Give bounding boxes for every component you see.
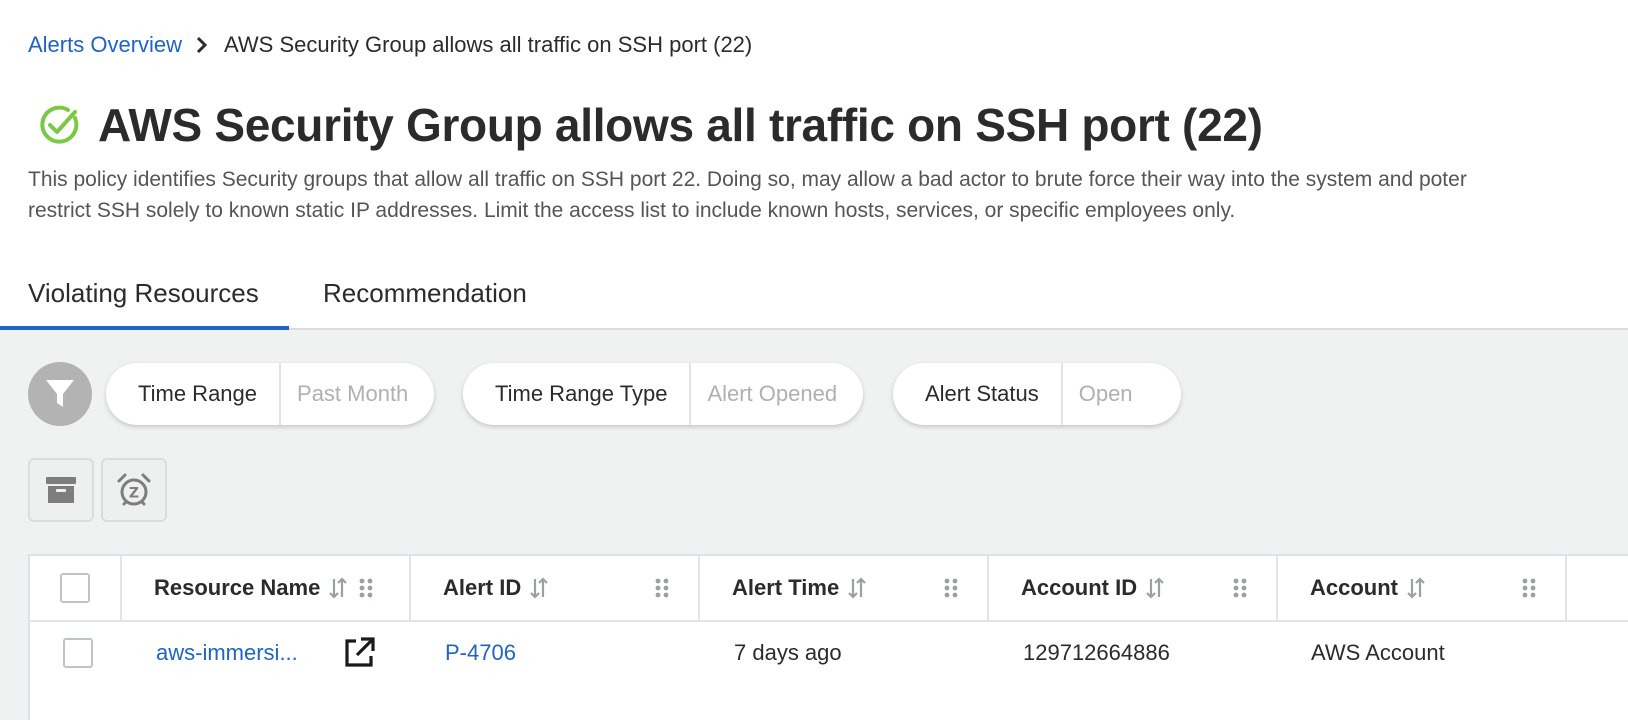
sort-icon[interactable] [1145,577,1165,599]
table-header: Resource Name Alert ID Alert Time Accoun… [30,556,1628,622]
filter-time-range-label: Time Range [106,363,282,425]
column-header-account[interactable]: Account [1278,556,1567,620]
table-row: aws-immersi... P-4706 7 days ago 1297126… [30,622,1628,684]
drag-handle-icon[interactable] [943,577,959,605]
account-id-cell: 129712664886 [1023,640,1170,665]
check-circle-icon [36,102,82,148]
drag-handle-icon[interactable] [654,577,670,605]
filter-alert-status[interactable]: Alert Status Open [893,363,1181,425]
drag-handle-icon[interactable] [1232,577,1248,605]
description-line-1: This policy identifies Security groups t… [28,168,1467,191]
alert-time-cell: 7 days ago [734,640,842,665]
select-all-checkbox[interactable] [60,573,90,603]
filter-time-range-type-value: Alert Opened [707,381,838,406]
external-link-icon[interactable] [342,622,376,684]
chevron-right-icon [196,36,208,54]
filter-time-range[interactable]: Time Range Past Month [106,363,435,425]
breadcrumb-current: AWS Security Group allows all traffic on… [224,32,753,57]
resource-name-link[interactable]: aws-immersi... [156,622,298,684]
archive-button[interactable] [28,458,94,522]
column-header-alert-time[interactable]: Alert Time [700,556,989,620]
snooze-alarm-icon: Z [117,473,151,506]
sort-icon[interactable] [847,577,867,599]
page-title: AWS Security Group allows all traffic on… [98,99,1263,151]
violating-resources-table: Resource Name Alert ID Alert Time Accoun… [28,554,1628,720]
breadcrumb: Alerts Overview AWS Security Group allow… [28,30,752,60]
row-checkbox[interactable] [63,638,93,668]
filter-alert-status-label: Alert Status [893,363,1063,425]
tab-violating-resources[interactable]: Violating Resources [0,258,289,330]
sort-icon[interactable] [529,577,549,599]
column-header-account-id[interactable]: Account ID [989,556,1278,620]
content-panel: Time Range Past Month Time Range Type Al… [0,330,1628,720]
filter-icon [46,380,74,407]
filter-time-range-type-label: Time Range Type [463,363,692,425]
tab-bar: Violating Resources Recommendation [0,258,1628,330]
breadcrumb-alerts-overview-link[interactable]: Alerts Overview [28,32,182,58]
filter-time-range-value: Past Month [297,381,409,406]
select-all-cell [30,556,122,620]
svg-text:Z: Z [129,486,139,502]
description-line-2: restrict SSH solely to known static IP a… [28,199,1236,222]
drag-handle-icon[interactable] [1521,577,1537,605]
alert-id-link[interactable]: P-4706 [445,622,516,684]
filter-button[interactable] [28,362,92,426]
sort-icon[interactable] [328,577,348,599]
drag-handle-icon[interactable] [358,577,374,605]
column-header-alert-id[interactable]: Alert ID [411,556,700,620]
filter-time-range-type[interactable]: Time Range Type Alert Opened [463,363,864,425]
archive-icon [46,477,76,503]
account-cell: AWS Account [1311,640,1445,665]
sort-icon[interactable] [1406,577,1426,599]
snooze-button[interactable]: Z [101,458,167,522]
title-row: AWS Security Group allows all traffic on… [36,92,1263,158]
filter-alert-status-value: Open [1078,381,1133,406]
tab-recommendation[interactable]: Recommendation [323,258,527,328]
policy-description: This policy identifies Security groups t… [28,164,1628,226]
row-select-cell [30,622,126,684]
column-header-resource-name[interactable]: Resource Name [122,556,411,620]
